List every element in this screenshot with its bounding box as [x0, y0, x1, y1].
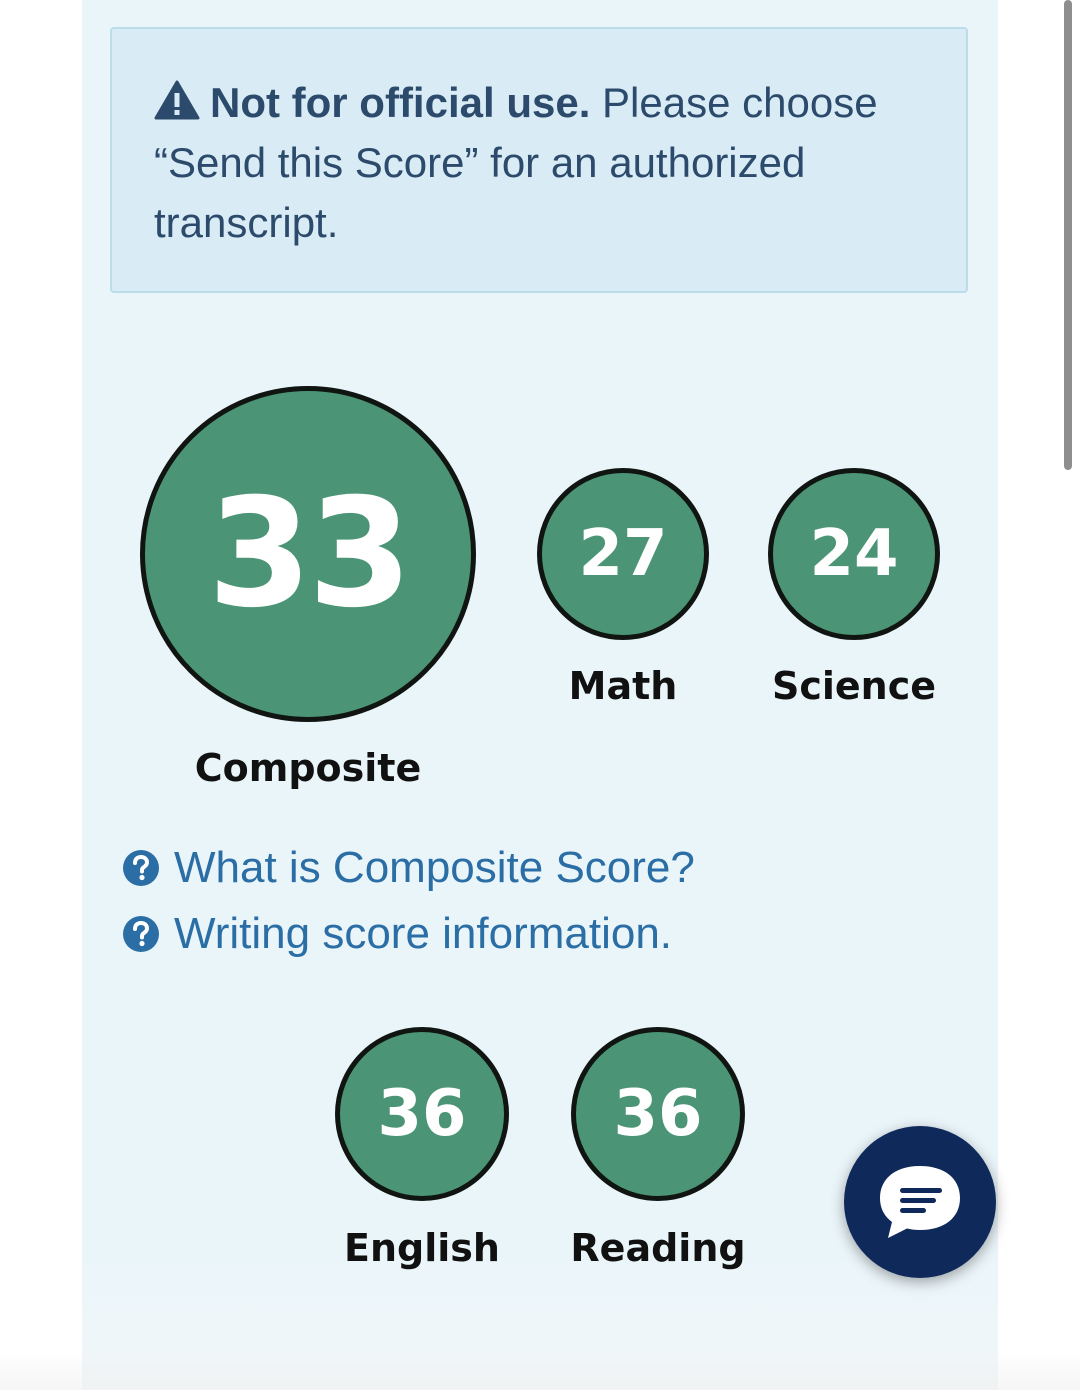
- question-circle-icon: [123, 850, 159, 886]
- english-score-label: English: [344, 1226, 500, 1270]
- page-scrollbar[interactable]: [1064, 0, 1072, 470]
- notice-bold-text: Not for official use.: [210, 79, 591, 126]
- composite-score-circle: 33: [140, 386, 476, 722]
- math-score-label: Math: [568, 664, 678, 708]
- science-score-label: Science: [771, 664, 937, 708]
- reading-score-label: Reading: [570, 1226, 746, 1270]
- reading-score-value: 36: [613, 1077, 703, 1151]
- chat-button[interactable]: [844, 1126, 996, 1278]
- composite-score-info-link[interactable]: What is Composite Score?: [122, 842, 695, 894]
- question-circle-icon: [123, 916, 159, 952]
- reading-score-circle: 36: [571, 1027, 745, 1201]
- composite-score-label: Composite: [194, 746, 422, 790]
- composite-score-value: 33: [207, 467, 413, 641]
- math-score-value: 27: [578, 517, 668, 591]
- warning-icon: [154, 80, 200, 120]
- writing-score-info-link[interactable]: Writing score information.: [122, 908, 672, 960]
- composite-score-info-text[interactable]: What is Composite Score?: [174, 843, 695, 893]
- unofficial-notice: Not for official use. Please choose “Sen…: [110, 27, 968, 293]
- writing-score-info-text[interactable]: Writing score information.: [174, 909, 672, 959]
- chat-bubble-icon: [880, 1166, 960, 1238]
- science-score-value: 24: [809, 517, 899, 591]
- english-score-value: 36: [377, 1077, 467, 1151]
- math-score-circle: 27: [537, 468, 709, 640]
- english-score-circle: 36: [335, 1027, 509, 1201]
- science-score-circle: 24: [768, 468, 940, 640]
